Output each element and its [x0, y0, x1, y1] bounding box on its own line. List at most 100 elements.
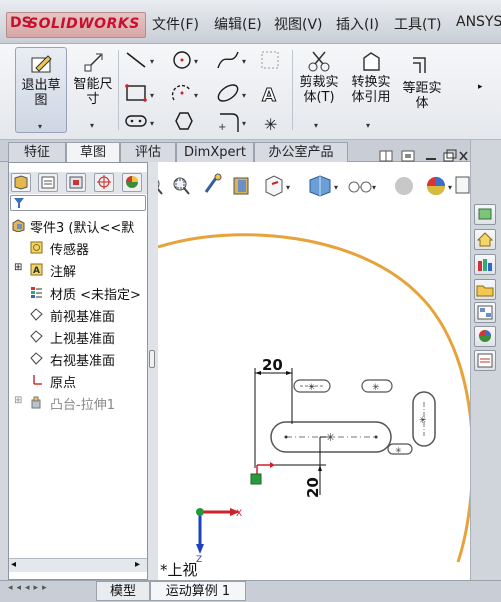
sketch-tools-grid: ▾ ▾ ▾ ▾ ▾ ▾ A ▾ + ▾ ✳ [125, 51, 279, 134]
trim-label-line2: 体(T) [303, 90, 335, 105]
view-palette-icon [477, 305, 493, 320]
svg-text:▾: ▾ [194, 91, 198, 100]
tree-item-label: 传感器 [50, 243, 90, 258]
svg-text:▾: ▾ [242, 91, 246, 100]
dimxpert-manager-tab[interactable] [94, 173, 114, 192]
configuration-icon [69, 176, 83, 189]
restore-icon [443, 149, 457, 162]
ribbon-scroll-icon[interactable]: ▸ [478, 82, 483, 92]
tree-item-label: 注解 [50, 265, 77, 280]
slot-main[interactable]: ✳ [270, 421, 392, 453]
annotation-icon: A [30, 263, 43, 276]
smart-dimension-label: 智能尺寸 [73, 77, 113, 107]
ribbon-separator [118, 50, 119, 130]
resources-icon [478, 208, 492, 220]
tab-model[interactable]: 模型 [96, 581, 150, 601]
solidworks-window: DS SOLIDWORKS 文件(F) 编辑(E) 视图(V) 插入(I) 工具… [0, 0, 501, 602]
scroll-right-icon[interactable]: ▸ [135, 559, 140, 570]
home-button[interactable] [474, 229, 496, 250]
tab-motion-study-1[interactable]: 运动算例 1 [150, 581, 246, 601]
tab-dimxpert[interactable]: DimXpert [176, 142, 254, 162]
display-manager-tab[interactable] [122, 173, 142, 192]
slot-small-1[interactable]: ✳ [293, 379, 331, 393]
menu-view[interactable]: 视图(V) [274, 14, 323, 34]
svg-text:▾: ▾ [150, 91, 154, 100]
svg-text:✳: ✳ [326, 431, 335, 444]
chevron-down-icon: ▾ [90, 121, 95, 130]
convert-entities-icon [363, 52, 380, 71]
offset-label-line2: 体 [415, 96, 429, 111]
menu-edit[interactable]: 编辑(E) [214, 14, 262, 34]
trim-label-line1: 剪裁实 [299, 75, 339, 90]
custom-properties-button[interactable] [474, 350, 496, 371]
offset-entities-icon [413, 57, 426, 73]
plane-icon [30, 352, 43, 365]
dimxpert-icon [97, 175, 111, 189]
property-manager-tab[interactable] [38, 173, 58, 192]
feature-manager-tab[interactable] [11, 173, 31, 192]
part-icon [12, 219, 25, 232]
appearances-icon [479, 330, 491, 342]
offset-entities-button[interactable]: 等距实 体 [398, 47, 446, 133]
panel-splitter[interactable] [148, 162, 158, 580]
spline-tool-icon [217, 51, 239, 69]
tab-evaluate[interactable]: 评估 [120, 142, 176, 162]
material-icon [31, 287, 42, 298]
svg-text:✳: ✳ [395, 446, 402, 455]
scroll-left-icon[interactable]: ◂ [11, 559, 16, 570]
menu-insert[interactable]: 插入(I) [336, 14, 379, 34]
svg-text:▾: ▾ [194, 57, 198, 66]
chevron-down-icon: ▾ [38, 122, 43, 131]
tree-item-label: 上视基准面 [50, 332, 116, 347]
solidworks-resources-button[interactable] [474, 204, 496, 225]
split-view-icon [379, 150, 393, 162]
tree-item-label: 右视基准面 [50, 354, 116, 369]
point-tool-icon: ✳ [264, 115, 277, 134]
exit-sketch-button[interactable]: 退出草图 ▾ [15, 47, 67, 133]
convert-entities-button[interactable]: 转换实 体引用 ▾ [346, 47, 396, 133]
svg-text:A: A [262, 85, 276, 106]
slot-vertical[interactable]: ✳ [412, 391, 436, 447]
link-views-icon [401, 150, 415, 162]
tab-office-products[interactable]: 办公室产品 [254, 142, 348, 162]
smart-dimension-icon [84, 53, 103, 72]
tab-sketch[interactable]: 草图 [66, 142, 120, 162]
svg-text:▾: ▾ [242, 119, 246, 128]
dimension-value-horizontal[interactable]: 20 [262, 356, 283, 374]
rectangle-tool-icon [125, 84, 147, 102]
design-library-button[interactable] [474, 254, 496, 275]
trim-entities-button[interactable]: 剪裁实 体(T) ▾ [294, 47, 344, 133]
expand-icon[interactable]: ⊞ [14, 262, 22, 273]
axis-x-label: X [236, 509, 242, 519]
configuration-manager-tab[interactable] [66, 173, 86, 192]
display-manager-icon [126, 176, 138, 188]
svg-text:✳: ✳ [372, 383, 380, 393]
exit-sketch-label: 退出草图 [21, 78, 61, 108]
view-palette-button[interactable] [474, 302, 496, 323]
tab-features[interactable]: 特征 [8, 142, 66, 162]
expand-icon[interactable]: ⊞ [14, 395, 22, 406]
slot-small-2[interactable]: ✳ [361, 379, 393, 393]
tree-filter-input[interactable] [10, 195, 146, 211]
dimension-horizontal[interactable] [254, 368, 293, 468]
sketch-canvas[interactable]: ✳ ✳ ✳ ✳ ✳ 20 20 X Z *上视 [158, 162, 470, 580]
menu-tools[interactable]: 工具(T) [394, 14, 441, 34]
convert-label-line2: 体引用 [351, 90, 391, 105]
tree-item-label: 原点 [50, 376, 77, 391]
convert-label-line1: 转换实 [351, 75, 391, 90]
dimension-value-vertical[interactable]: 20 [304, 477, 322, 498]
feature-tree-icon [14, 175, 28, 190]
appearances-button[interactable] [474, 326, 496, 347]
slot-small-3[interactable]: ✳ [387, 443, 413, 455]
menu-ansys[interactable]: ANSYS [456, 14, 501, 30]
ribbon-separator [292, 50, 293, 130]
collapse-panel-handle[interactable] [149, 350, 155, 368]
arc-tool-icon [171, 84, 191, 101]
menu-file[interactable]: 文件(F) [152, 14, 199, 34]
sensor-icon [30, 241, 43, 254]
folder-icon [476, 285, 494, 297]
tab-scroll-buttons[interactable]: ◂◂◂▸▸ [8, 583, 94, 599]
file-explorer-button[interactable] [474, 279, 496, 300]
tree-horizontal-scrollbar[interactable]: ◂ ▸ [9, 558, 147, 572]
smart-dimension-button[interactable]: 智能尺寸 ▾ [70, 47, 118, 133]
